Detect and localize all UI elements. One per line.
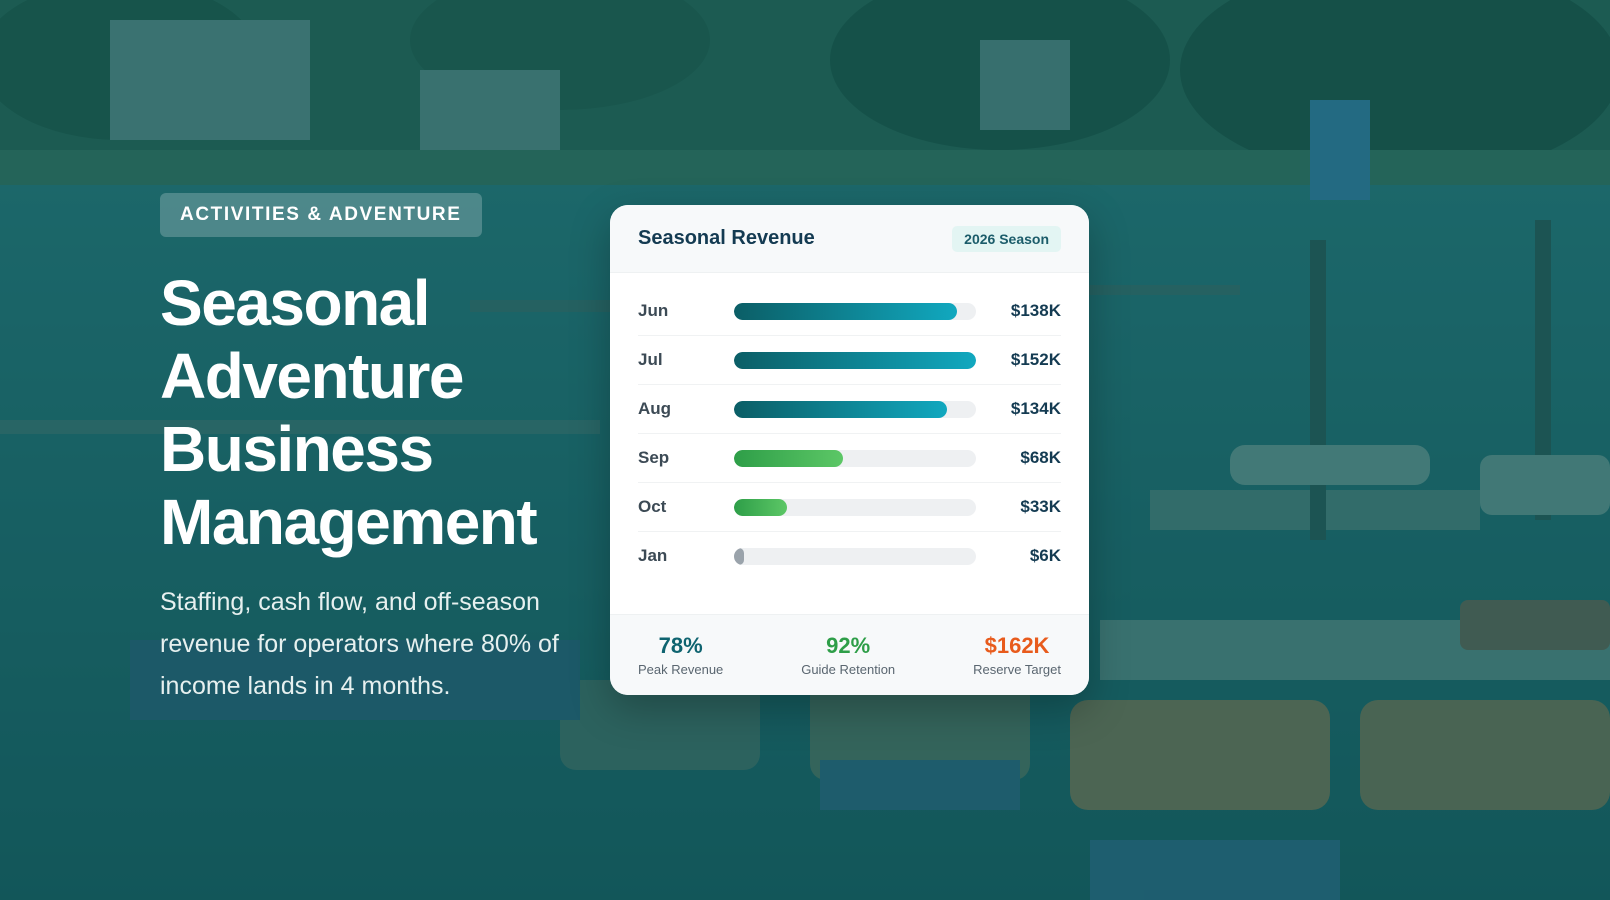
month-label: Sep xyxy=(638,448,670,467)
revenue-rows: Jun $138K Jul $152K Aug $134K Sep $68K Oct $33K Ja… xyxy=(610,273,1089,580)
stat-item: $162K Reserve Target xyxy=(973,633,1061,677)
revenue-bar-track xyxy=(734,498,976,516)
revenue-value: $68K xyxy=(1020,448,1061,467)
revenue-row: Jun $138K xyxy=(638,287,1061,336)
revenue-bar xyxy=(734,302,957,320)
page-title: Seasonal Adventure Business Management xyxy=(160,267,600,559)
revenue-row: Aug $134K xyxy=(638,385,1061,434)
revenue-bar xyxy=(734,351,976,369)
revenue-row: Jul $152K xyxy=(638,336,1061,385)
card-footer-stats: 78% Peak Revenue 92% Guide Retention $162K Re… xyxy=(610,614,1089,695)
stat-item: 92% Guide Retention xyxy=(801,633,895,677)
stat-value: 78% xyxy=(658,633,703,658)
revenue-bar-track xyxy=(734,547,976,565)
revenue-bar xyxy=(734,498,788,516)
month-label: Oct xyxy=(638,497,667,516)
season-tag: 2026 Season xyxy=(952,225,1061,252)
month-label: Jul xyxy=(638,350,663,369)
revenue-value: $152K xyxy=(1010,350,1061,369)
revenue-row: Jan $6K xyxy=(638,532,1061,580)
headline-line: Business xyxy=(160,413,434,485)
headline-line: Adventure xyxy=(160,340,465,412)
card-header: Seasonal Revenue 2026 Season xyxy=(610,205,1089,273)
revenue-value: $33K xyxy=(1020,497,1061,516)
revenue-value: $6K xyxy=(1029,546,1061,565)
stat-label: Peak Revenue xyxy=(638,662,724,677)
hero-subtitle: Staffing, cash flow, and off-season reve… xyxy=(160,588,559,700)
revenue-row: Oct $33K xyxy=(638,483,1061,532)
category-badge: ACTIVITIES & ADVENTURE xyxy=(160,193,482,237)
revenue-bar-track xyxy=(734,400,976,418)
revenue-value: $134K xyxy=(1010,399,1061,418)
revenue-bar-track xyxy=(734,449,976,467)
month-label: Aug xyxy=(638,399,672,418)
card-title: Seasonal Revenue xyxy=(638,227,815,249)
revenue-bar xyxy=(734,547,744,565)
revenue-bar-track xyxy=(734,351,976,369)
revenue-bar-track xyxy=(734,302,976,320)
revenue-row: Sep $68K xyxy=(638,434,1061,483)
stat-value: 92% xyxy=(826,633,871,658)
headline-line: Management xyxy=(160,486,538,558)
headline-line: Seasonal xyxy=(160,267,431,339)
revenue-bar xyxy=(734,449,843,467)
revenue-bar xyxy=(734,400,947,418)
stat-label: Reserve Target xyxy=(973,662,1061,677)
seasonal-revenue-card: Seasonal Revenue 2026 Season Jun $138K Jul… xyxy=(610,205,1089,695)
revenue-value: $138K xyxy=(1010,301,1061,320)
stat-label: Guide Retention xyxy=(801,662,896,677)
stat-value: $162K xyxy=(984,633,1050,658)
hero-section: ACTIVITIES & ADVENTURE Seasonal Adventur… xyxy=(160,193,600,707)
month-label: Jun xyxy=(638,301,669,320)
month-label: Jan xyxy=(638,546,668,565)
stat-item: 78% Peak Revenue xyxy=(638,633,723,677)
